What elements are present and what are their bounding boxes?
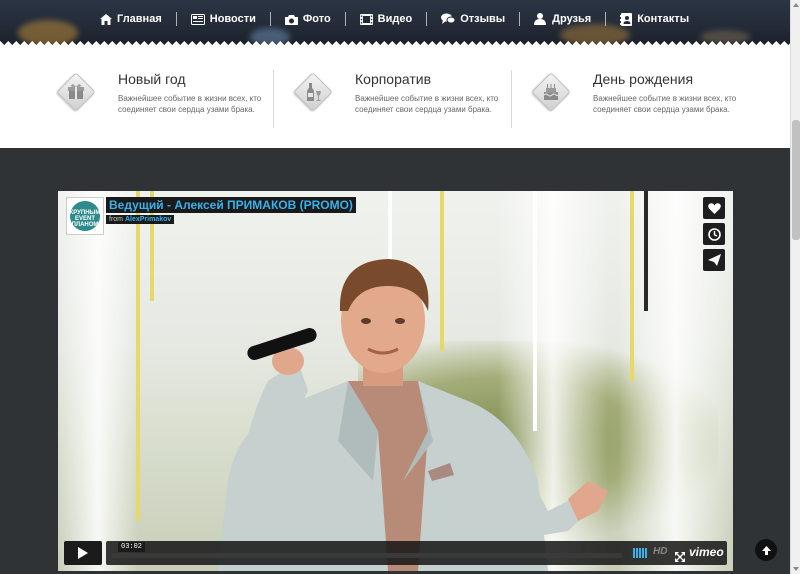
video-frame-ribbon: [644, 191, 648, 311]
feature-description: Важнейшее событие в жизни всех, кто соед…: [118, 94, 262, 114]
home-icon: [100, 13, 112, 25]
video-frame-ribbon: [136, 191, 140, 521]
play-icon: [78, 547, 88, 559]
duration-label: 03:02: [118, 542, 146, 552]
comments-icon: [441, 13, 456, 25]
fullscreen-button[interactable]: [675, 547, 685, 566]
nav-item-friends[interactable]: Друзья: [526, 13, 599, 25]
scroll-thumb[interactable]: [792, 120, 800, 240]
fullscreen-icon: [675, 552, 685, 562]
scroll-down-arrow[interactable]: [793, 567, 799, 571]
nav-item-news[interactable]: Новости: [183, 13, 264, 25]
speaker-figure: [218, 259, 608, 571]
contact-book-icon: [620, 12, 633, 26]
users-icon: [534, 13, 547, 25]
feature-corporate: Корпоратив Важнейшее событие в жизни все…: [293, 68, 505, 134]
video-frame-curtain: [618, 191, 733, 571]
progress-bar[interactable]: 03:02: [112, 542, 622, 558]
nav-separator: [344, 12, 346, 26]
nav-label: Новости: [209, 13, 256, 25]
volume-control[interactable]: [633, 548, 647, 558]
page-scrollbar[interactable]: [790, 0, 800, 574]
feature-title: Новый год: [118, 71, 186, 87]
player-controls: 03:02 HD vimeo: [64, 541, 727, 565]
nav-label: Видео: [377, 13, 413, 25]
camera-icon: [284, 14, 298, 25]
feature-title: День рождения: [593, 71, 694, 87]
author-link[interactable]: AlexPrimakov: [125, 216, 171, 223]
scroll-up-arrow[interactable]: [793, 3, 799, 7]
video-title-link[interactable]: Ведущий - Алексей ПРИМАКОВ (PROMO): [106, 197, 356, 213]
nav-separator: [426, 12, 428, 26]
nav-label: Главная: [117, 13, 162, 25]
zigzag-edge: [0, 41, 790, 48]
paper-plane-icon: [707, 254, 721, 266]
share-button[interactable]: [703, 249, 725, 271]
main-nav: Главная Новости Фото Видео Отзывы Друзья…: [92, 8, 697, 30]
heart-icon: [707, 202, 721, 214]
nav-item-home[interactable]: Главная: [92, 13, 170, 25]
channel-logo-text: КРУПНЫМ EVENT ПЛАНОМ: [69, 210, 101, 228]
scroll-to-top-button[interactable]: [755, 539, 777, 561]
video-frame-ribbon: [630, 191, 634, 381]
nav-separator: [605, 12, 607, 26]
video-frame-curtain: [58, 191, 138, 571]
nav-label: Отзывы: [460, 13, 506, 25]
feature-new-year: Новый год Важнейшее событие в жизни всех…: [56, 68, 268, 134]
feature-title: Корпоратив: [355, 71, 432, 87]
like-button[interactable]: [703, 197, 725, 219]
feature-divider: [273, 70, 274, 128]
vimeo-logo[interactable]: vimeo: [689, 545, 724, 559]
hd-toggle[interactable]: HD: [653, 546, 667, 557]
nav-label: Контакты: [637, 13, 690, 25]
video-byline: from AlexPrimakov: [106, 215, 175, 224]
arrow-up-icon: [761, 545, 771, 555]
clock-icon: [707, 227, 721, 241]
nav-item-contacts[interactable]: Контакты: [612, 12, 697, 26]
watch-later-button[interactable]: [703, 223, 725, 245]
features-strip: Новый год Важнейшее событие в жизни всех…: [0, 48, 790, 148]
feature-divider: [511, 70, 512, 128]
nav-item-video[interactable]: Видео: [352, 13, 421, 25]
cake-icon: [531, 72, 571, 112]
from-label: from: [109, 216, 123, 223]
nav-separator: [519, 12, 521, 26]
play-button[interactable]: [64, 541, 102, 565]
nav-label: Фото: [302, 13, 331, 25]
film-icon: [359, 13, 373, 25]
feature-birthday: День рождения Важнейшее событие в жизни …: [531, 68, 743, 134]
video-player[interactable]: КРУПНЫМ EVENT ПЛАНОМ Ведущий - Алексей П…: [58, 191, 733, 571]
nav-separator: [175, 12, 177, 26]
gift-icon: [56, 72, 96, 112]
nav-item-reviews[interactable]: Отзывы: [433, 13, 513, 25]
bottle-glass-icon: [293, 72, 333, 112]
nav-label: Друзья: [552, 13, 592, 25]
nav-separator: [269, 12, 271, 26]
channel-logo[interactable]: КРУПНЫМ EVENT ПЛАНОМ: [66, 197, 104, 235]
control-bar: 03:02 HD vimeo: [106, 541, 727, 565]
news-icon: [190, 13, 205, 25]
top-nav-band: Главная Новости Фото Видео Отзывы Друзья…: [0, 0, 790, 48]
nav-item-photo[interactable]: Фото: [277, 13, 339, 25]
feature-description: Важнейшее событие в жизни всех, кто соед…: [593, 94, 737, 114]
feature-description: Важнейшее событие в жизни всех, кто соед…: [355, 94, 499, 114]
